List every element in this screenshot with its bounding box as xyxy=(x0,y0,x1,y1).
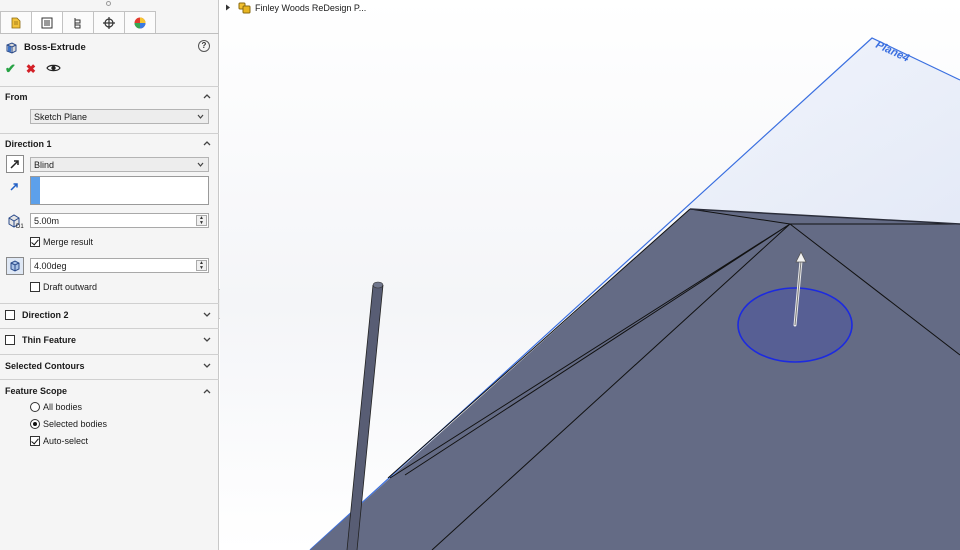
expand-arrow-icon[interactable] xyxy=(225,4,231,11)
selected-bodies-label: Selected bodies xyxy=(43,419,108,429)
chevron-up-icon[interactable] xyxy=(203,92,211,100)
boss-extrude-icon xyxy=(6,41,17,54)
selected-contours-header[interactable]: Selected Contours xyxy=(0,355,219,377)
selected-contours-section: Selected Contours xyxy=(0,354,219,379)
draft-outward-checkbox[interactable]: Draft outward xyxy=(30,282,97,292)
depth-input[interactable]: 5.00m ▲ ▼ xyxy=(30,213,209,228)
chevron-down-icon[interactable] xyxy=(203,362,211,370)
end-condition-select[interactable]: Blind xyxy=(30,157,209,172)
dimxpert-icon xyxy=(103,16,115,29)
auto-select-label: Auto-select xyxy=(43,436,89,446)
configuration-manager-icon xyxy=(74,17,81,28)
all-bodies-radio-dot xyxy=(30,402,40,412)
tab-feature-manager[interactable] xyxy=(0,11,32,33)
reverse-direction-button[interactable] xyxy=(6,155,24,173)
auto-select-box xyxy=(30,436,40,446)
direction2-header[interactable]: Direction 2 xyxy=(0,304,219,326)
feature-manager-icon xyxy=(11,17,21,28)
preview-eye-icon[interactable] xyxy=(46,63,61,75)
direction-selection-box[interactable] xyxy=(30,176,209,205)
auto-select-checkbox[interactable]: Auto-select xyxy=(30,436,88,446)
from-header-label: From xyxy=(5,92,28,102)
selected-contours-label: Selected Contours xyxy=(5,361,85,371)
direction2-section: Direction 2 xyxy=(0,303,219,328)
chevron-down-icon xyxy=(197,114,204,119)
feature-scope-label: Feature Scope xyxy=(5,386,68,396)
feature-title: Boss-Extrude xyxy=(24,41,86,53)
draft-angle-spinner[interactable]: ▲ ▼ xyxy=(196,260,207,271)
tree-item-label: Finley Woods ReDesign P... xyxy=(255,2,367,13)
draft-toggle-button[interactable] xyxy=(6,257,24,275)
direction1-header[interactable]: Direction 1 xyxy=(0,134,219,154)
all-bodies-radio[interactable]: All bodies xyxy=(30,402,82,412)
action-row: ✔ ✖ xyxy=(5,61,61,77)
end-condition-value: Blind xyxy=(34,159,55,170)
ok-button[interactable]: ✔ xyxy=(5,61,16,77)
draft-outward-box xyxy=(30,282,40,292)
property-manager-icon xyxy=(41,17,53,28)
from-header[interactable]: From xyxy=(0,87,219,107)
cancel-button[interactable]: ✖ xyxy=(26,62,36,76)
chevron-down-icon[interactable] xyxy=(203,311,211,319)
thin-feature-checkbox[interactable] xyxy=(5,335,15,345)
display-manager-icon xyxy=(134,17,146,28)
direction-vector-icon xyxy=(10,183,18,191)
chevron-down-icon[interactable] xyxy=(203,336,211,344)
pole-top xyxy=(372,281,384,289)
thin-feature-header[interactable]: Thin Feature xyxy=(0,329,219,351)
panel-grip[interactable] xyxy=(106,1,111,6)
thin-feature-section: Thin Feature xyxy=(0,328,219,353)
draft-icon xyxy=(10,260,20,272)
depth-spinner[interactable]: ▲ ▼ xyxy=(196,215,207,226)
direction2-checkbox[interactable] xyxy=(5,310,15,320)
draft-angle-value: 4.00deg xyxy=(34,260,67,271)
draft-angle-input[interactable]: 4.00deg ▲ ▼ xyxy=(30,258,209,273)
feature-title-row: Boss-Extrude ? xyxy=(5,39,210,55)
depth-value: 5.00m xyxy=(34,215,60,226)
tab-display-manager[interactable] xyxy=(124,11,156,33)
depth-icon: D1 xyxy=(8,214,24,229)
from-section: From Sketch Plane xyxy=(0,86,219,132)
tab-property-manager[interactable] xyxy=(31,11,63,33)
chevron-up-icon[interactable] xyxy=(203,139,211,147)
flyout-tree-item[interactable]: Finley Woods ReDesign P... xyxy=(225,0,366,15)
tab-dimxpert-manager[interactable] xyxy=(93,11,125,33)
draft-outward-label: Draft outward xyxy=(43,282,98,292)
selection-focus-stripe xyxy=(31,177,40,204)
tab-configuration-manager[interactable] xyxy=(62,11,94,33)
from-select[interactable]: Sketch Plane xyxy=(30,109,209,124)
chevron-down-icon xyxy=(197,162,204,167)
assembly-icon xyxy=(238,2,251,14)
graphics-viewport[interactable]: Plane4 xyxy=(220,0,960,550)
svg-text:D1: D1 xyxy=(16,224,24,229)
thin-feature-label: Thin Feature xyxy=(22,335,77,345)
direction1-header-label: Direction 1 xyxy=(5,139,52,149)
feature-scope-header[interactable]: Feature Scope xyxy=(0,380,219,402)
manager-tabs xyxy=(0,11,219,34)
merge-result-checkbox[interactable]: Merge result xyxy=(30,237,93,247)
direction2-label: Direction 2 xyxy=(22,310,69,320)
chevron-up-icon[interactable] xyxy=(203,387,211,395)
reverse-direction-icon xyxy=(10,160,19,169)
merge-result-box xyxy=(30,237,40,247)
from-select-value: Sketch Plane xyxy=(34,111,88,122)
all-bodies-label: All bodies xyxy=(43,402,83,412)
help-icon[interactable]: ? xyxy=(198,40,210,52)
property-manager-panel: Boss-Extrude ? ✔ ✖ From Sketch Plane Dir… xyxy=(0,0,219,550)
selected-bodies-radio[interactable]: Selected bodies xyxy=(30,419,107,429)
selected-bodies-radio-dot xyxy=(30,419,40,429)
merge-result-label: Merge result xyxy=(43,237,94,247)
